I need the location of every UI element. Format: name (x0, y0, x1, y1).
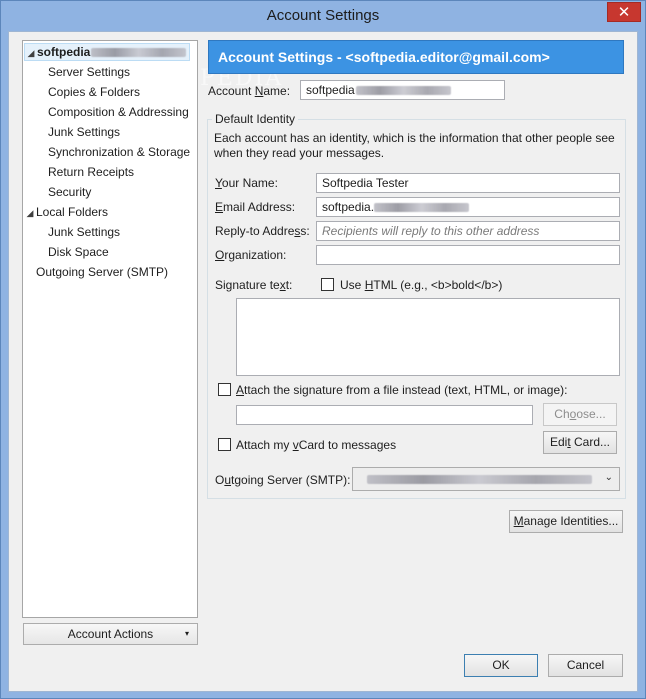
attach-vcard-label[interactable]: Attach my vCard to messages (236, 438, 396, 452)
signature-text-label: Signature text: (215, 278, 293, 292)
tree-item-security[interactable]: Security (48, 183, 91, 201)
organization-input[interactable] (316, 245, 620, 265)
tree-item-local-junk-settings[interactable]: Junk Settings (48, 223, 120, 241)
identity-description: Each account has an identity, which is t… (214, 131, 615, 160)
use-html-checkbox[interactable] (321, 278, 334, 291)
account-tree[interactable]: ◢ softpedia Server Settings Copies & Fold… (22, 40, 198, 618)
use-html-label[interactable]: Use HTML (e.g., <b>bold</b>) (340, 278, 502, 292)
email-address-label: Email Address: (215, 200, 296, 214)
email-address-input[interactable]: softpedia. (316, 197, 620, 217)
tree-local-folders-label: Local Folders (36, 205, 109, 219)
reply-to-label: Reply-to Address: (215, 224, 310, 238)
attach-signature-label[interactable]: Attach the signature from a file instead… (236, 383, 567, 397)
your-name-label: Your Name: (215, 176, 278, 190)
tree-item-junk-settings[interactable]: Junk Settings (48, 123, 120, 141)
manage-identities-button[interactable]: Manage Identities... (509, 510, 623, 533)
account-name-label: Account Name: (208, 84, 291, 98)
tree-item-synchronization[interactable]: Synchronization & Storage (48, 143, 190, 161)
signature-textarea[interactable] (236, 298, 620, 376)
chevron-down-icon: ⌄ (604, 472, 613, 483)
collapse-arrow-icon[interactable]: ◢ (25, 45, 37, 61)
close-button[interactable]: ✕ (607, 2, 641, 22)
account-name-input[interactable]: softpedia (300, 80, 505, 100)
email-value: softpedia. (322, 200, 375, 214)
account-settings-window: Account Settings ✕ SOFTPEDIA ◢ softpedia … (0, 0, 646, 699)
redacted-server (367, 475, 592, 484)
edit-card-button[interactable]: Edit Card... (543, 431, 617, 454)
attach-signature-checkbox[interactable] (218, 383, 231, 396)
reply-to-input[interactable]: Recipients will reply to this other addr… (316, 221, 620, 241)
tree-item-local-folders[interactable]: ◢ Local Folders (24, 203, 109, 222)
tree-item-account[interactable]: ◢ softpedia (24, 43, 191, 61)
outgoing-server-label: Outgoing Server (SMTP): (215, 473, 351, 487)
tree-item-return-receipts[interactable]: Return Receipts (48, 163, 134, 181)
redacted-email (91, 48, 187, 58)
window-title: Account Settings (266, 7, 380, 24)
tree-item-disk-space[interactable]: Disk Space (48, 243, 109, 261)
outgoing-server-select[interactable]: ⌄ (352, 467, 620, 491)
default-identity-legend: Default Identity (212, 112, 299, 126)
page-title: Account Settings - <softpedia.editor@gma… (208, 40, 624, 74)
account-actions-label: Account Actions (67, 627, 154, 641)
tree-item-composition[interactable]: Composition & Addressing (48, 103, 189, 121)
cancel-button[interactable]: Cancel (548, 654, 623, 677)
signature-file-input[interactable] (236, 405, 533, 425)
choose-file-button[interactable]: Choose... (543, 403, 617, 426)
tree-item-server-settings[interactable]: Server Settings (48, 63, 130, 81)
account-name-value: softpedia (306, 83, 355, 97)
account-actions-button[interactable]: Account Actions ▾ (23, 623, 198, 645)
attach-vcard-checkbox[interactable] (218, 438, 231, 451)
dropdown-arrow-icon: ▾ (184, 629, 189, 638)
title-bar[interactable]: Account Settings ✕ (1, 1, 645, 31)
collapse-arrow-icon[interactable]: ◢ (24, 204, 36, 222)
redacted-email (374, 203, 470, 213)
redacted-email (355, 86, 451, 96)
tree-item-copies-folders[interactable]: Copies & Folders (48, 83, 140, 101)
tree-item-outgoing-server[interactable]: Outgoing Server (SMTP) (36, 263, 168, 281)
ok-button[interactable]: OK (464, 654, 538, 677)
organization-label: Organization: (215, 248, 287, 262)
tree-account-name: softpedia (37, 45, 91, 59)
dialog-client-area: SOFTPEDIA ◢ softpedia Server Settings Cop… (8, 31, 638, 692)
your-name-input[interactable]: Softpedia Tester (316, 173, 620, 193)
